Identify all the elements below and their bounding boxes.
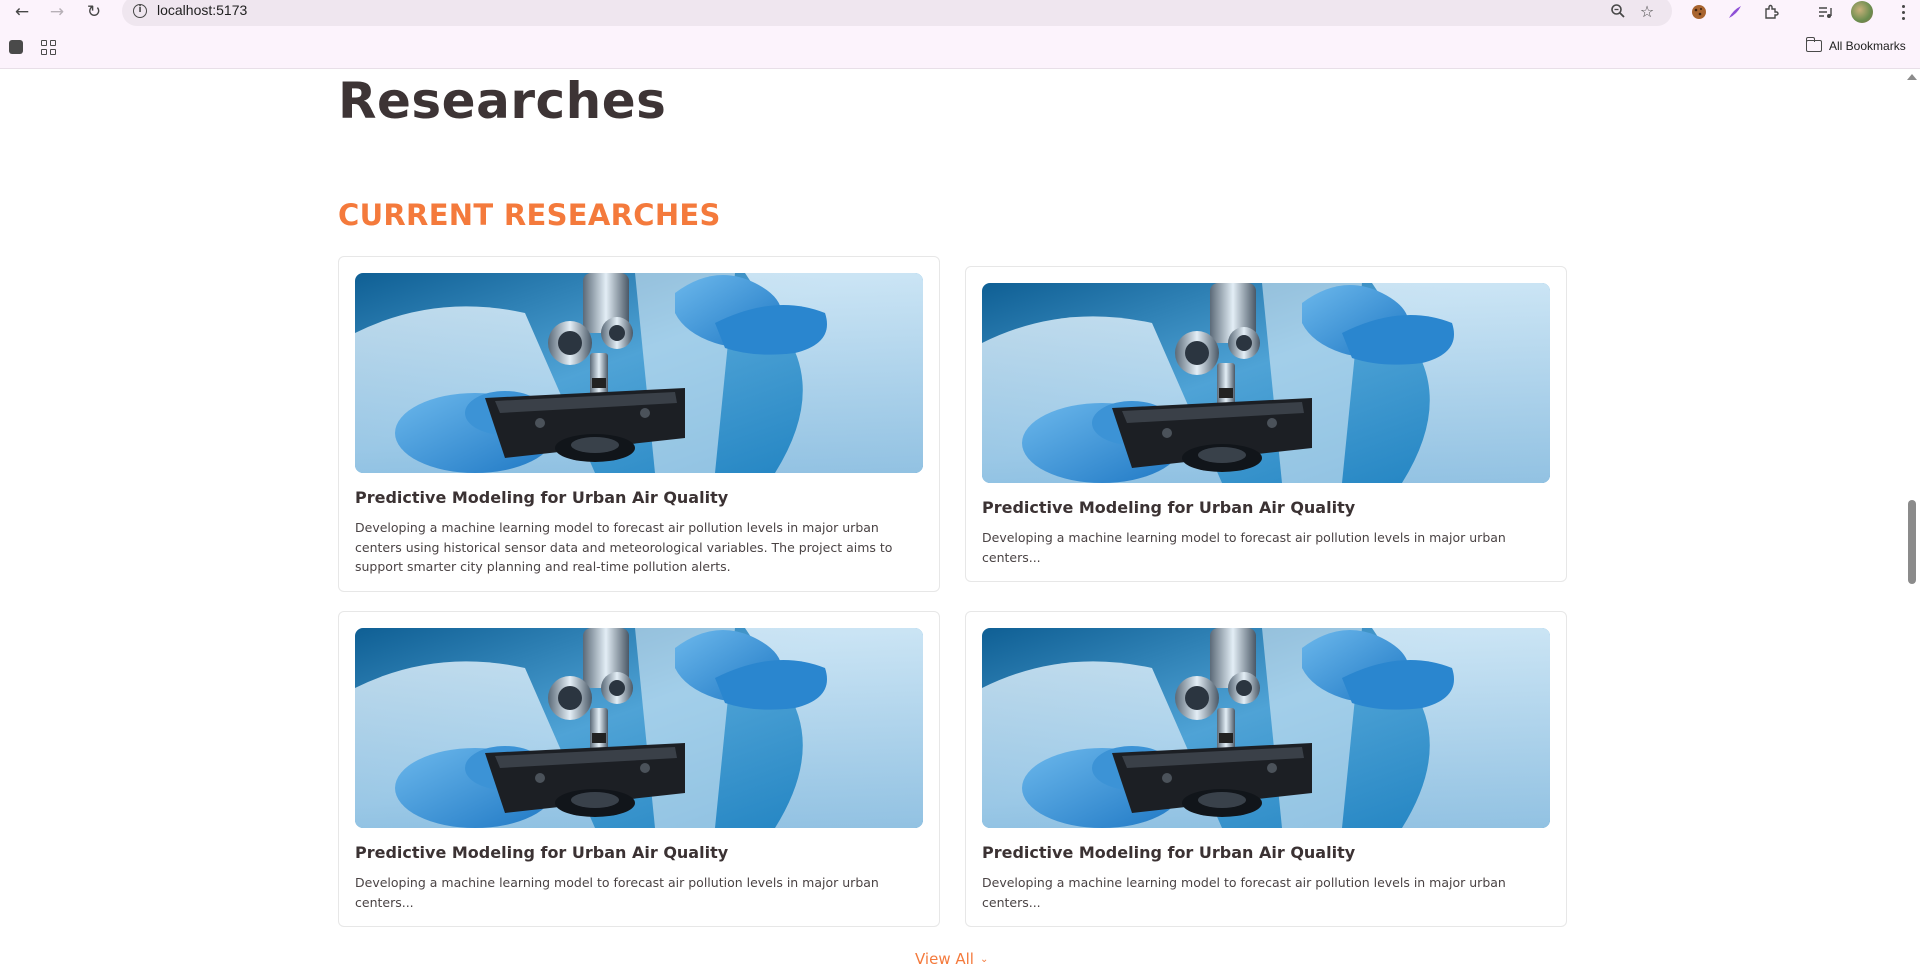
research-card[interactable]: Predictive Modeling for Urban Air Qualit… — [965, 611, 1567, 927]
zoom-icon[interactable] — [1608, 1, 1628, 21]
chevron-down-icon: ⌄ — [979, 953, 989, 965]
apps-grid-icon[interactable] — [41, 40, 56, 55]
page-scrollbar[interactable] — [1904, 70, 1920, 973]
research-card-description: Developing a machine learning model to f… — [355, 875, 879, 910]
research-card-description: Developing a machine learning model to f… — [982, 530, 1506, 565]
all-bookmarks-button[interactable]: All Bookmarks — [1805, 37, 1906, 53]
research-card-description: Developing a machine learning model to f… — [355, 520, 893, 575]
research-card[interactable]: Predictive Modeling for Urban Air Qualit… — [338, 256, 940, 592]
browser-toolbar: ← → ↻ i localhost:5173 ☆ — [0, 0, 1920, 26]
address-bar[interactable]: i localhost:5173 ☆ — [122, 0, 1672, 26]
research-card-description: Developing a machine learning model to f… — [982, 875, 1506, 910]
feather-extension-icon[interactable] — [1724, 1, 1746, 23]
forward-arrow-icon[interactable]: → — [43, 0, 71, 24]
research-card-image — [982, 283, 1550, 483]
research-card-title[interactable]: Predictive Modeling for Urban Air Qualit… — [355, 843, 923, 862]
view-all-button[interactable]: View All ⌄ — [915, 950, 988, 968]
browser-menu-icon[interactable] — [1893, 0, 1913, 24]
scroll-up-arrow-icon[interactable] — [1907, 74, 1917, 80]
folder-icon — [1805, 37, 1822, 52]
research-card-image — [982, 628, 1550, 828]
apps-square-icon[interactable] — [9, 40, 23, 54]
site-info-icon[interactable]: i — [133, 4, 147, 18]
all-bookmarks-label: All Bookmarks — [1829, 39, 1906, 53]
bookmarks-bar: All Bookmarks — [0, 36, 1920, 60]
profile-avatar[interactable] — [1851, 1, 1873, 23]
research-card[interactable]: Predictive Modeling for Urban Air Qualit… — [338, 611, 940, 927]
back-arrow-icon[interactable]: ← — [8, 0, 36, 24]
bookmark-star-icon[interactable]: ☆ — [1637, 1, 1657, 21]
research-card-title[interactable]: Predictive Modeling for Urban Air Qualit… — [355, 488, 923, 507]
research-card-image — [355, 273, 923, 473]
reload-icon[interactable]: ↻ — [80, 0, 108, 24]
research-card-title[interactable]: Predictive Modeling for Urban Air Qualit… — [982, 843, 1550, 862]
scrollbar-thumb[interactable] — [1908, 500, 1916, 584]
research-card-title[interactable]: Predictive Modeling for Urban Air Qualit… — [982, 498, 1550, 517]
cookie-extension-icon[interactable] — [1688, 1, 1710, 23]
view-all-label: View All — [915, 950, 974, 968]
page-viewport: Researches CURRENT RESEARCHES Predictive… — [0, 70, 1920, 973]
research-card-image — [355, 628, 923, 828]
extensions-puzzle-icon[interactable] — [1760, 1, 1782, 23]
section-title: CURRENT RESEARCHES — [338, 198, 721, 232]
browser-chrome: ← → ↻ i localhost:5173 ☆ All Bookmarks — [0, 0, 1920, 69]
media-controls-icon[interactable] — [1814, 1, 1836, 23]
research-card[interactable]: Predictive Modeling for Urban Air Qualit… — [965, 266, 1567, 582]
page-title: Researches — [338, 72, 667, 130]
url-text[interactable]: localhost:5173 — [157, 2, 247, 18]
